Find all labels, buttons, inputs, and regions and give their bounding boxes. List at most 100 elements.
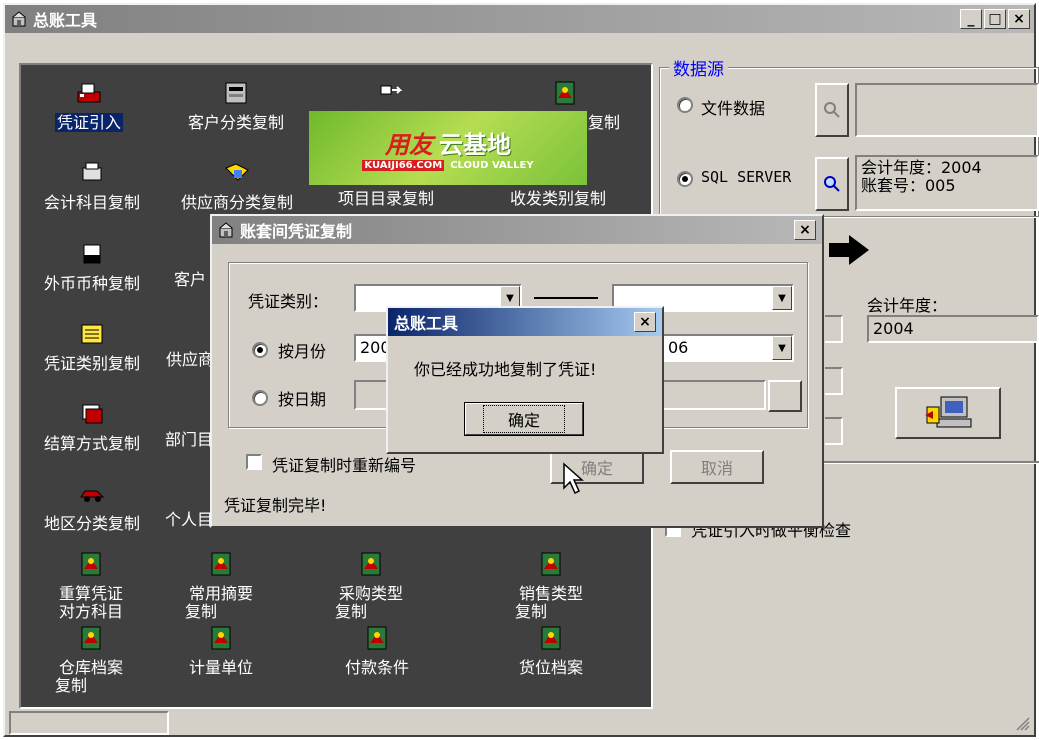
- tool-settlement-copy[interactable]: 结算方式复制: [29, 401, 155, 453]
- arrow-right-icon: [829, 235, 869, 265]
- database-icon: [81, 626, 101, 650]
- tool-voucher-type-copy[interactable]: 凭证类别复制: [29, 321, 155, 373]
- tool-label: 地区分类复制: [43, 514, 140, 533]
- message-ok-button[interactable]: 确定: [464, 402, 584, 436]
- renumber-label[interactable]: 凭证复制时重新编号: [272, 452, 416, 476]
- minimize-button[interactable]: _: [960, 9, 982, 29]
- tool-unit[interactable]: 计量单位: [171, 625, 271, 677]
- tool-label: 会计科目复制: [43, 193, 140, 212]
- printer-icon: [225, 82, 247, 104]
- sql-info-field: 会计年度：2004 账套号：005: [855, 155, 1039, 211]
- date-picker-button[interactable]: [768, 380, 802, 412]
- file-browse-button[interactable]: [815, 83, 849, 137]
- tool-label: 供应商: [165, 350, 214, 369]
- message-box-titlebar: 总账工具: [388, 308, 662, 336]
- fax-icon: [83, 244, 101, 264]
- tool-region-copy[interactable]: 地区分类复制: [29, 481, 155, 533]
- logo-brand2: 云基地: [439, 131, 511, 159]
- tool-customer-class-copy[interactable]: 客户分类复制: [173, 80, 299, 132]
- brand-logo: 用友 云基地 KUAIJI66.COM CLOUD VALLEY: [309, 111, 587, 185]
- sql-info-year: 会计年度：2004: [861, 158, 982, 177]
- tool-label-line1: 重算凭证: [58, 584, 123, 603]
- tool-currency-copy[interactable]: 外币币种复制: [29, 241, 155, 293]
- database-icon: [81, 552, 101, 576]
- database-icon: [361, 552, 381, 576]
- resize-grip-icon[interactable]: [1014, 715, 1030, 731]
- tool-label-line1: 仓库档案: [58, 658, 123, 677]
- printer-icon: [82, 162, 102, 181]
- tool-project-copy[interactable]: 项目目录复制: [321, 190, 451, 208]
- year-label: 会计年度：: [867, 296, 948, 315]
- by-month-radio[interactable]: [252, 342, 268, 358]
- tool-label-line2: 复制: [185, 602, 218, 621]
- main-title: 总账工具: [33, 11, 98, 30]
- file-data-radio[interactable]: [677, 97, 693, 113]
- folder-icon: [81, 324, 103, 344]
- by-date-radio[interactable]: [252, 390, 268, 406]
- tool-account-copy[interactable]: 会计科目复制: [29, 160, 155, 212]
- tool-sales-type-copy[interactable]: 销售类型 复制: [501, 551, 601, 621]
- tool-row1-col3[interactable]: [335, 80, 445, 114]
- tool-purchase-type-copy[interactable]: 采购类型 复制: [321, 551, 421, 621]
- target-field-1[interactable]: [825, 315, 843, 343]
- import-icon: [77, 83, 101, 103]
- tool-supplier[interactable]: 供应商: [165, 351, 215, 369]
- logo-url: KUAIJI66.COM: [362, 160, 445, 171]
- chevron-down-icon[interactable]: ▼: [772, 286, 792, 310]
- computer-icon: [925, 396, 972, 428]
- app-icon: [219, 222, 233, 238]
- tool-label: 部门目: [164, 430, 213, 449]
- tool-personal[interactable]: 个人目: [161, 511, 217, 529]
- tool-label: 客户: [173, 270, 206, 289]
- tool-warehouse-copy[interactable]: 仓库档案 复制: [41, 625, 141, 695]
- copy-dialog-close-button[interactable]: ×: [794, 220, 816, 240]
- tool-label: 项目目录复制: [337, 189, 434, 208]
- tool-label: 凭证类别复制: [43, 354, 140, 373]
- tool-label: 收发类别复制: [509, 189, 606, 208]
- message-box-title: 总账工具: [394, 314, 459, 333]
- sql-browse-button[interactable]: [815, 157, 849, 211]
- maximize-button[interactable]: □: [984, 9, 1006, 29]
- logo-brand: 用友: [385, 131, 433, 159]
- logo-subtext: CLOUD VALLEY: [450, 160, 534, 171]
- by-date-label[interactable]: 按日期: [278, 386, 326, 410]
- by-month-label[interactable]: 按月份: [278, 338, 326, 362]
- year-value: 2004: [873, 319, 914, 338]
- sql-info-account: 账套号：005: [861, 176, 956, 195]
- database-icon: [541, 552, 561, 576]
- tool-location[interactable]: 货位档案: [501, 625, 601, 677]
- database-icon: [541, 626, 561, 650]
- copy-cancel-label: 取消: [700, 459, 733, 478]
- target-field-2[interactable]: [825, 367, 843, 395]
- year-value-field[interactable]: 2004: [867, 315, 1039, 343]
- tool-recalc-counter-account[interactable]: 重算凭证 对方科目: [41, 551, 141, 621]
- tool-voucher-import[interactable]: 凭证引入: [39, 80, 139, 132]
- tool-label: 客户分类复制: [187, 113, 284, 132]
- tool-department[interactable]: 部门目: [161, 431, 217, 449]
- target-field-3[interactable]: [825, 417, 843, 445]
- sql-server-label[interactable]: SQL SERVER: [701, 168, 791, 186]
- tool-summary-copy[interactable]: 常用摘要 复制: [171, 551, 271, 621]
- renumber-checkbox[interactable]: [246, 454, 262, 470]
- tool-label: 凭证引入: [54, 113, 123, 132]
- run-import-button[interactable]: [895, 387, 1001, 439]
- tool-label-line1: 采购类型: [338, 584, 403, 603]
- tool-supplier-class-copy[interactable]: 供应商分类复制: [165, 160, 309, 212]
- sql-server-radio[interactable]: [677, 171, 693, 187]
- voucher-type-label: 凭证类别：: [248, 292, 329, 311]
- tool-payment-terms[interactable]: 付款条件: [327, 625, 427, 677]
- tool-io-class-copy[interactable]: 收发类别复制: [491, 190, 625, 208]
- status-bar-pane: [9, 711, 169, 735]
- message-box-close-button[interactable]: ×: [634, 312, 656, 332]
- transfer-icon: [380, 85, 403, 95]
- file-data-label[interactable]: 文件数据: [701, 95, 765, 119]
- file-path-field[interactable]: [855, 83, 1039, 137]
- tool-label: 个人目: [164, 510, 213, 529]
- tool-label: 供应商分类复制: [180, 193, 293, 212]
- database-icon: [211, 626, 231, 650]
- car-icon: [80, 490, 105, 502]
- close-button[interactable]: ×: [1008, 9, 1030, 29]
- chevron-down-icon[interactable]: ▼: [772, 336, 792, 360]
- tool-customer[interactable]: 客户: [165, 271, 215, 289]
- copy-cancel-button[interactable]: 取消: [670, 450, 764, 484]
